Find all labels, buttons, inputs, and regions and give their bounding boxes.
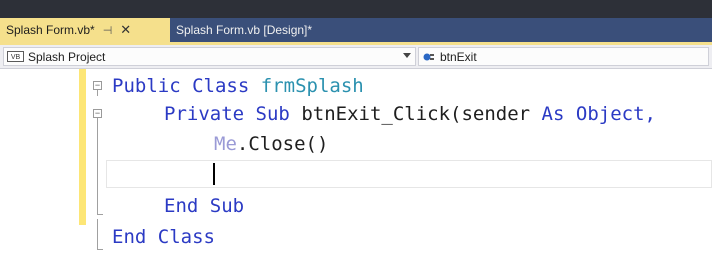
outline-line <box>97 90 98 96</box>
collapse-sub-icon[interactable]: − <box>93 109 102 118</box>
outline-line <box>97 214 103 215</box>
code-line-6: End Class <box>112 226 215 248</box>
vb-project-icon: VB <box>7 51 24 62</box>
tab-label: Splash Form.vb* <box>6 23 95 37</box>
navigation-bar: VB Splash Project btnExit <box>0 45 712 69</box>
keyword: End <box>112 226 147 248</box>
code-line-2: Private Sub btnExit_Click(sender As Obje… <box>164 103 656 125</box>
window-top-band <box>0 0 712 18</box>
keyword: Public <box>112 75 181 97</box>
current-line-highlight <box>106 160 712 188</box>
type-name: Object, <box>575 103 656 125</box>
tab-splash-form-design[interactable]: Splash Form.vb [Design]* <box>170 18 340 42</box>
event-icon <box>423 53 434 60</box>
project-name: Splash Project <box>28 49 106 64</box>
method-signature: btnExit_Click(sender <box>301 103 531 125</box>
outline-line <box>97 219 98 249</box>
chevron-down-icon[interactable] <box>403 53 411 58</box>
tab-label: Splash Form.vb [Design]* <box>176 23 313 37</box>
class-name: frmSplash <box>260 75 364 97</box>
code-line-1: Public Class frmSplash <box>112 75 364 97</box>
keyword: Class <box>192 75 250 97</box>
keyword: As <box>541 103 565 125</box>
method-call: .Close() <box>236 133 329 155</box>
collapse-class-icon[interactable]: − <box>93 81 102 90</box>
keyword: Sub <box>255 103 290 125</box>
project-dropdown[interactable]: VB Splash Project <box>3 47 416 66</box>
change-tracking-margin <box>79 69 86 225</box>
keyword: Private <box>164 103 245 125</box>
outline-line <box>97 118 98 214</box>
member-name: btnExit <box>440 49 477 64</box>
keyword: Sub <box>209 195 245 217</box>
code-editor[interactable]: − − Public Class frmSplash Private Sub b… <box>0 69 712 258</box>
code-line-5: End Sub <box>164 195 244 217</box>
member-dropdown[interactable]: btnExit <box>418 47 709 66</box>
pin-icon[interactable]: ⊣ <box>103 24 113 37</box>
document-tab-strip: Splash Form.vb* ⊣ ✕ Splash Form.vb [Desi… <box>0 18 712 42</box>
text-caret <box>213 163 215 185</box>
me-keyword: Me <box>214 133 237 155</box>
keyword: End <box>164 195 199 217</box>
close-icon[interactable]: ✕ <box>120 22 131 38</box>
tab-splash-form-vb[interactable]: Splash Form.vb* ⊣ ✕ <box>0 18 170 42</box>
keyword: Class <box>157 226 215 248</box>
code-line-3: Me.Close() <box>214 133 328 155</box>
outline-line <box>97 249 103 250</box>
